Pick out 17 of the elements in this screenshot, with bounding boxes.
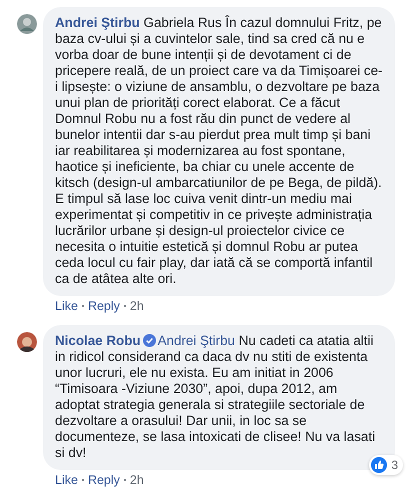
comment-text: Andrei Ştirbu Gabriela Rus În cazul domnului Fritz, pe baza cv-ului și a cuvintelor sale, tind sa cred că nu e vorba doar de bune intenții și de devotament ci de pricepere reală, de un proiect care va da Timișoarei ce-i lipsește: o viziune de ansamblu, o dezvoltare pe baza unui plan de priorități corect elaborat. Ce a făcut Domnul Robu nu a fost rău din punct de vedere al bunelor intentii dar s-au pierdut prea mult timp și bani iar reabilitarea și modernizarea au fost spontane, haotice și ineficiente, ba chiar cu unele accente de kitsch (design-ul ambarcatiunilor de pe Bega, de pildă). E timpul să lase loc cuiva venit dintr-un mediu mai experimentat și competitiv in ce privește administrația lucrărilor urbane și design-ul proiectelor civice ce necesita o intuitie estetică și domnul Robu ar putea ceda locul cu fair play, dar iată că se comportă infantil ca de atâtea alte ori. (55, 15, 383, 287)
separator-dot (82, 479, 84, 481)
thumbs-up-icon (371, 457, 388, 473)
action-link[interactable]: Reply (88, 299, 120, 313)
timestamp[interactable]: 2h (130, 473, 144, 487)
reaction-badge[interactable]: 3 (369, 455, 403, 475)
action-link[interactable]: Like (55, 473, 78, 487)
action-link[interactable]: Reply (88, 473, 120, 487)
separator-dot (124, 305, 126, 307)
separator-dot (124, 479, 126, 481)
reaction-count: 3 (391, 458, 398, 472)
author-link[interactable]: Nicolae Robu (55, 333, 141, 348)
author-link[interactable]: Andrei Ştirbu (55, 15, 140, 30)
timestamp[interactable]: 2h (130, 299, 144, 313)
mention-link[interactable]: Andrei Ştirbu (158, 333, 235, 348)
separator-dot (82, 305, 84, 307)
action-link[interactable]: Like (55, 299, 78, 313)
